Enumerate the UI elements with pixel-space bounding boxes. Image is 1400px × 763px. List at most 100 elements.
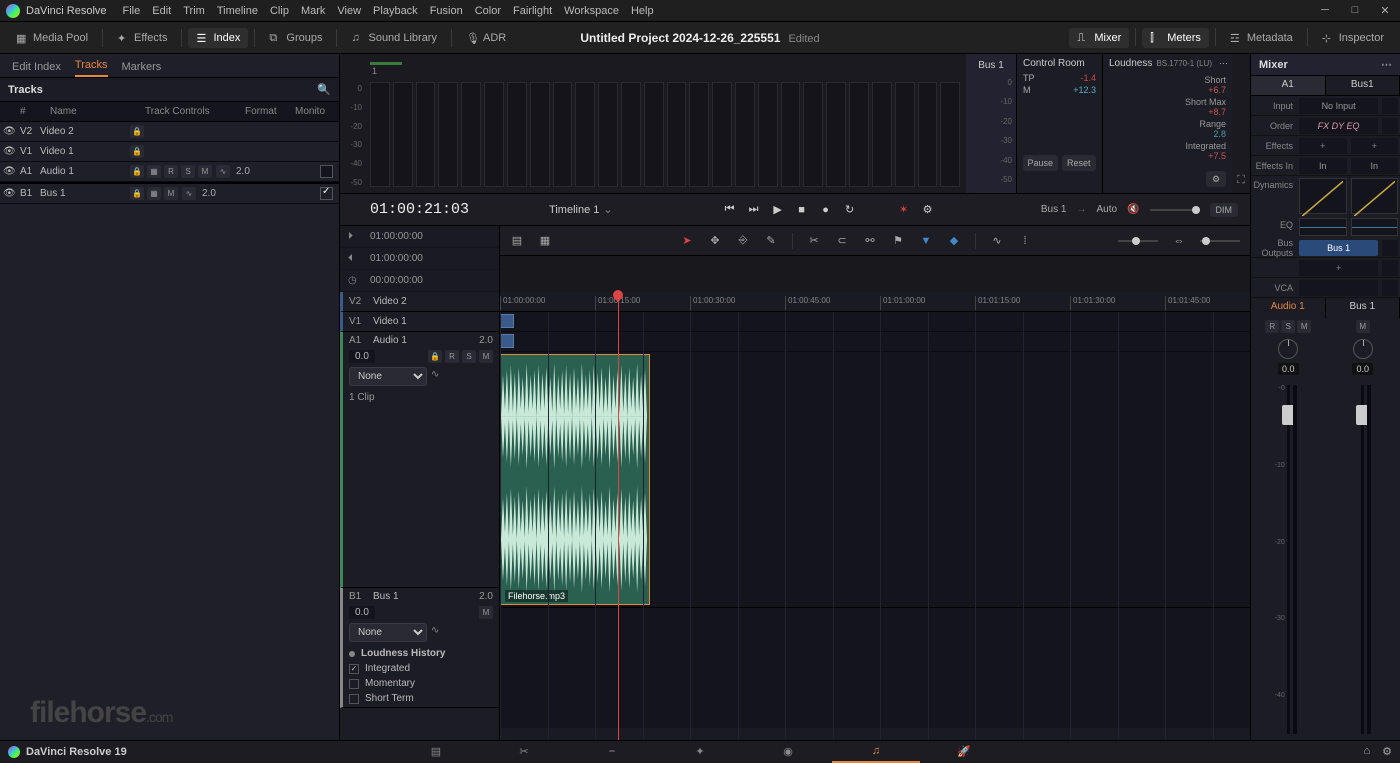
loudness-option[interactable]: ✓Integrated: [349, 663, 493, 674]
timeline-selector[interactable]: Timeline 1⌄: [549, 203, 613, 216]
monitor-checkbox[interactable]: [320, 187, 333, 200]
lock-icon[interactable]: 🔒: [130, 145, 144, 158]
adr-button[interactable]: 🎙ADR: [458, 28, 514, 48]
timeline-canvas[interactable]: Filehorse.mp3: [500, 312, 1250, 740]
close-button[interactable]: ✕: [1376, 4, 1394, 17]
track-header-v2[interactable]: V2Video 2: [340, 292, 499, 312]
lock-icon[interactable]: 🔒: [130, 165, 144, 178]
menu-fairlight[interactable]: Fairlight: [507, 5, 558, 17]
lock-icon[interactable]: 🔒: [130, 187, 144, 200]
automation-settings-button[interactable]: ⚙: [921, 203, 935, 217]
dynamics-graph[interactable]: [1299, 178, 1347, 214]
m-button[interactable]: M: [164, 187, 178, 200]
add-effect-button[interactable]: +: [1351, 138, 1399, 154]
mute-button[interactable]: M: [1356, 320, 1370, 333]
monitor-checkbox[interactable]: [320, 165, 333, 178]
page-color-icon[interactable]: ◉: [744, 741, 832, 763]
inspector-button[interactable]: ⊹Inspector: [1314, 28, 1392, 48]
mute-button[interactable]: M: [479, 606, 493, 619]
add-bus-button[interactable]: +: [1299, 260, 1378, 276]
sound-library-button[interactable]: ♫Sound Library: [343, 28, 445, 48]
menu-trim[interactable]: Trim: [177, 5, 211, 17]
input-select[interactable]: No Input: [1299, 98, 1378, 114]
track-row[interactable]: 👁A1Audio 1🔒▦RSM∿2.0: [0, 162, 339, 182]
page-cut-icon[interactable]: ✂: [480, 741, 568, 763]
trim-tool-icon[interactable]: ⎆: [736, 234, 750, 248]
snap-icon[interactable]: ⊂: [835, 234, 849, 248]
range-tool-icon[interactable]: ✥: [708, 234, 722, 248]
fader-value[interactable]: 0.0: [1278, 363, 1299, 375]
menu-color[interactable]: Color: [469, 5, 507, 17]
mixer-tab-a1[interactable]: A1: [1251, 76, 1326, 95]
page-edit-icon[interactable]: ⎯: [568, 741, 656, 763]
dynamics-graph[interactable]: [1351, 178, 1399, 214]
meters-button[interactable]: ⫿Meters: [1142, 28, 1209, 48]
page-fairlight-icon[interactable]: ♫: [832, 741, 920, 763]
loudness-option[interactable]: Momentary: [349, 678, 493, 689]
arm-button[interactable]: R: [445, 350, 459, 363]
bus-output-select[interactable]: Bus 1: [1299, 240, 1378, 256]
track-header-v1[interactable]: V1Video 1: [340, 312, 499, 332]
menu-timeline[interactable]: Timeline: [211, 5, 264, 17]
tab-markers[interactable]: Markers: [122, 61, 162, 77]
arm-button[interactable]: R: [1265, 320, 1279, 333]
pan-knob[interactable]: [1353, 339, 1373, 359]
r-button[interactable]: R: [164, 165, 178, 178]
effects-in-button[interactable]: In: [1299, 158, 1347, 174]
loudness-settings-icon[interactable]: ⚙: [1206, 171, 1226, 187]
pan-knob[interactable]: [1278, 339, 1298, 359]
marker-icon[interactable]: ▼: [919, 234, 933, 248]
mixer-button[interactable]: ⎍Mixer: [1069, 28, 1129, 48]
track-row[interactable]: 👁V2Video 2🔒: [0, 122, 339, 142]
automation-select[interactable]: None: [349, 623, 427, 642]
tc-entry[interactable]: ◷00:00:00:00: [340, 270, 499, 292]
solo-button[interactable]: S: [462, 350, 476, 363]
zoom-width-slider[interactable]: [1200, 240, 1240, 242]
pause-button[interactable]: Pause: [1023, 155, 1058, 171]
add-effect-button[interactable]: +: [1299, 138, 1347, 154]
menu-fusion[interactable]: Fusion: [424, 5, 469, 17]
visibility-icon[interactable]: 👁: [3, 146, 17, 157]
fader[interactable]: -0-10-20-30-40: [1287, 385, 1290, 734]
stop-button[interactable]: ■: [795, 203, 809, 217]
timeline-view-options-icon[interactable]: ▤: [510, 234, 524, 248]
effects-in-button[interactable]: In: [1351, 158, 1399, 174]
visibility-icon[interactable]: 👁: [3, 126, 17, 137]
mute-button[interactable]: M: [1297, 320, 1311, 333]
expand-icon[interactable]: ⛶: [1237, 174, 1245, 187]
razor-tool-icon[interactable]: ✂: [807, 234, 821, 248]
transient-icon[interactable]: ⁞: [1018, 234, 1032, 248]
waveform-icon[interactable]: ∿: [990, 234, 1004, 248]
metadata-button[interactable]: ☲Metadata: [1222, 28, 1301, 48]
prev-clip-button[interactable]: ⏮: [723, 203, 737, 217]
curve-icon[interactable]: ∿: [182, 187, 196, 200]
effects-button[interactable]: ✦Effects: [109, 28, 175, 48]
reset-button[interactable]: Reset: [1062, 155, 1097, 171]
volume-slider[interactable]: [1150, 209, 1200, 211]
track-row[interactable]: 👁V1Video 1🔒: [0, 142, 339, 162]
record-button[interactable]: ●: [819, 203, 833, 217]
marker2-icon[interactable]: ◆: [947, 234, 961, 248]
flag-icon[interactable]: ⚑: [891, 234, 905, 248]
eq-graph[interactable]: [1351, 218, 1399, 236]
solo-button[interactable]: S: [1281, 320, 1295, 333]
dim-button[interactable]: DIM: [1210, 203, 1239, 217]
audio-clip[interactable]: Filehorse.mp3: [500, 354, 650, 605]
s-button[interactable]: S: [181, 165, 195, 178]
track-row[interactable]: 👁B1Bus 1🔒▦M∿2.0: [0, 184, 339, 204]
index-button[interactable]: ☰Index: [188, 28, 248, 48]
play-button[interactable]: ▶: [771, 203, 785, 217]
loop-button[interactable]: ↻: [843, 203, 857, 217]
menu-mark[interactable]: Mark: [295, 5, 331, 17]
link-icon[interactable]: ⚯: [863, 234, 877, 248]
page-media-icon[interactable]: ▤: [392, 741, 480, 763]
lock-icon[interactable]: 🔒: [130, 125, 144, 138]
automation-write-button[interactable]: ✶: [897, 203, 911, 217]
page-deliver-icon[interactable]: 🚀: [920, 741, 1008, 763]
curve-icon[interactable]: ∿: [216, 165, 230, 178]
tab-edit-index[interactable]: Edit Index: [12, 61, 61, 77]
menu-clip[interactable]: Clip: [264, 5, 295, 17]
automation-select[interactable]: None: [349, 367, 427, 386]
page-fusion-icon[interactable]: ✦: [656, 741, 744, 763]
tc-entry[interactable]: ⏵01:00:00:00: [340, 226, 499, 248]
